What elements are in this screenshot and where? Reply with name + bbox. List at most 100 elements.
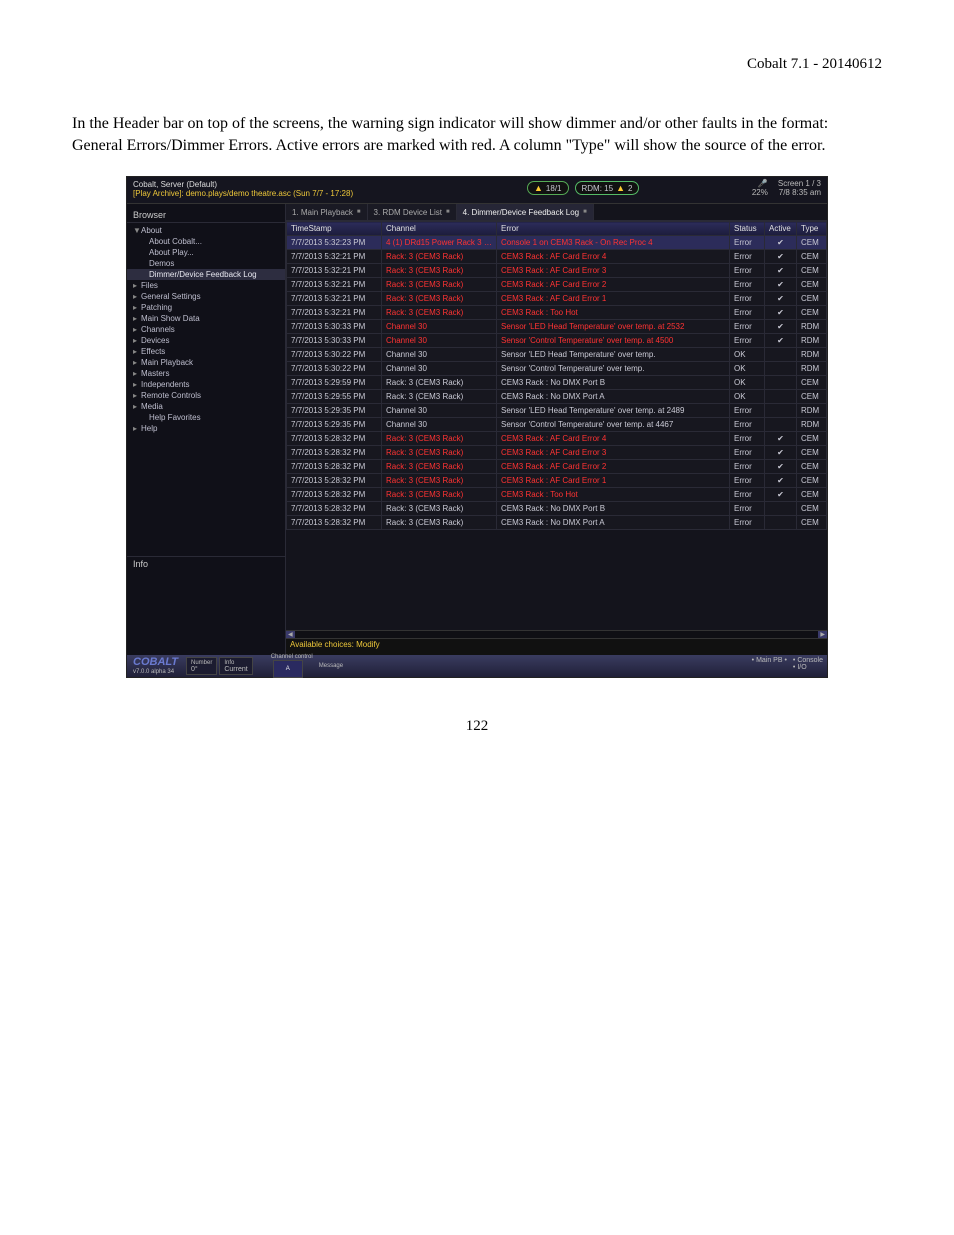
tab-bar: 1. Main Playback ■3. RDM Device List ■4.…	[286, 204, 827, 221]
channel-control-a[interactable]: A	[273, 660, 303, 678]
tree-item[interactable]: ▼ About	[127, 225, 285, 236]
table-cell: RDM	[797, 404, 827, 418]
table-cell: 7/7/2013 5:32:21 PM	[287, 250, 382, 264]
table-cell: 7/7/2013 5:30:22 PM	[287, 348, 382, 362]
rdm-label: RDM: 15	[582, 184, 614, 193]
tree-item[interactable]: ▸ General Settings	[127, 291, 285, 302]
table-cell: Rack: 3 (CEM3 Rack)	[382, 278, 497, 292]
tree-item[interactable]: ▸ Remote Controls	[127, 390, 285, 401]
tree-item[interactable]: ▸ Help	[127, 423, 285, 434]
column-header[interactable]: Type	[797, 222, 827, 236]
table-cell: Sensor 'LED Head Temperature' over temp.…	[497, 404, 730, 418]
table-cell: ✔	[765, 474, 797, 488]
table-cell: Error	[730, 292, 765, 306]
tab[interactable]: 1. Main Playback ■	[286, 204, 368, 220]
page-number: 122	[72, 718, 882, 735]
tab[interactable]: 4. Dimmer/Device Feedback Log ■	[457, 204, 594, 220]
table-cell: Sensor 'Control Temperature' over temp. …	[497, 418, 730, 432]
tree-item[interactable]: ▸ Main Show Data	[127, 313, 285, 324]
table-row[interactable]: 7/7/2013 5:29:35 PMChannel 30Sensor 'Con…	[287, 418, 827, 432]
table-cell: Rack: 3 (CEM3 Rack)	[382, 516, 497, 530]
table-cell: Sensor 'Control Temperature' over temp. …	[497, 334, 730, 348]
tree-item[interactable]: ▸ Main Playback	[127, 357, 285, 368]
tree-item[interactable]: ▸ Media	[127, 401, 285, 412]
tree-item[interactable]: ▸ Masters	[127, 368, 285, 379]
log-table: TimeStampChannelErrorStatusActiveType 7/…	[286, 221, 827, 530]
table-row[interactable]: 7/7/2013 5:28:32 PMRack: 3 (CEM3 Rack)CE…	[287, 474, 827, 488]
tree-item[interactable]: About Cobalt...	[127, 236, 285, 247]
table-row[interactable]: 7/7/2013 5:30:33 PMChannel 30Sensor 'Con…	[287, 334, 827, 348]
table-cell: 7/7/2013 5:28:32 PM	[287, 488, 382, 502]
console-indicator: • Console	[793, 657, 823, 664]
main-panel: 1. Main Playback ■3. RDM Device List ■4.…	[286, 204, 827, 655]
tree-item[interactable]: Dimmer/Device Feedback Log	[127, 269, 285, 280]
column-header[interactable]: Status	[730, 222, 765, 236]
table-row[interactable]: 7/7/2013 5:32:23 PM4 (1) DRd15 Power Rac…	[287, 236, 827, 250]
table-cell	[765, 362, 797, 376]
table-cell: Rack: 3 (CEM3 Rack)	[382, 446, 497, 460]
tab[interactable]: 3. RDM Device List ■	[368, 204, 457, 220]
table-row[interactable]: 7/7/2013 5:30:33 PMChannel 30Sensor 'LED…	[287, 320, 827, 334]
table-cell: RDM	[797, 334, 827, 348]
table-cell: CEM	[797, 264, 827, 278]
table-cell: ✔	[765, 264, 797, 278]
table-row[interactable]: 7/7/2013 5:30:22 PMChannel 30Sensor 'Con…	[287, 362, 827, 376]
tree-item[interactable]: ▸ Independents	[127, 379, 285, 390]
table-cell: Sensor 'LED Head Temperature' over temp.	[497, 348, 730, 362]
table-cell: CEM	[797, 460, 827, 474]
column-header[interactable]: Channel	[382, 222, 497, 236]
table-row[interactable]: 7/7/2013 5:28:32 PMRack: 3 (CEM3 Rack)CE…	[287, 432, 827, 446]
table-row[interactable]: 7/7/2013 5:28:32 PMRack: 3 (CEM3 Rack)CE…	[287, 446, 827, 460]
app-header: Cobalt, Server (Default) [Play Archive]:…	[127, 177, 827, 204]
table-row[interactable]: 7/7/2013 5:28:32 PMRack: 3 (CEM3 Rack)CE…	[287, 516, 827, 530]
table-cell: RDM	[797, 348, 827, 362]
table-cell: 7/7/2013 5:32:23 PM	[287, 236, 382, 250]
table-cell: CEM	[797, 306, 827, 320]
table-row[interactable]: 7/7/2013 5:30:22 PMChannel 30Sensor 'LED…	[287, 348, 827, 362]
table-cell: CEM3 Rack : Too Hot	[497, 306, 730, 320]
warning-indicator-rdm[interactable]: RDM: 15 ▲ 2	[575, 181, 640, 195]
tree-item[interactable]: ▸ Channels	[127, 324, 285, 335]
column-header[interactable]: Active	[765, 222, 797, 236]
table-cell: Error	[730, 432, 765, 446]
warning-indicator-general[interactable]: ▲ 18/1	[527, 181, 569, 195]
table-cell: CEM	[797, 474, 827, 488]
table-row[interactable]: 7/7/2013 5:32:21 PMRack: 3 (CEM3 Rack)CE…	[287, 292, 827, 306]
tree-item[interactable]: Help Favorites	[127, 412, 285, 423]
tree-item[interactable]: About Play...	[127, 247, 285, 258]
table-row[interactable]: 7/7/2013 5:32:21 PMRack: 3 (CEM3 Rack)CE…	[287, 278, 827, 292]
table-cell: 7/7/2013 5:30:33 PM	[287, 320, 382, 334]
table-cell: Rack: 3 (CEM3 Rack)	[382, 474, 497, 488]
table-cell: Rack: 3 (CEM3 Rack)	[382, 250, 497, 264]
table-cell: CEM3 Rack : AF Card Error 1	[497, 292, 730, 306]
tree-item[interactable]: Demos	[127, 258, 285, 269]
table-cell: CEM3 Rack : AF Card Error 3	[497, 446, 730, 460]
tree-item[interactable]: ▸ Patching	[127, 302, 285, 313]
table-row[interactable]: 7/7/2013 5:29:55 PMRack: 3 (CEM3 Rack)CE…	[287, 390, 827, 404]
table-cell: Console 1 on CEM3 Rack - On Rec Proc 4	[497, 236, 730, 250]
table-cell: Channel 30	[382, 320, 497, 334]
log-table-wrap: TimeStampChannelErrorStatusActiveType 7/…	[286, 221, 827, 655]
table-cell: 7/7/2013 5:32:21 PM	[287, 292, 382, 306]
table-cell: 7/7/2013 5:28:32 PM	[287, 432, 382, 446]
table-cell: CEM	[797, 376, 827, 390]
column-header[interactable]: TimeStamp	[287, 222, 382, 236]
tree-item[interactable]: ▸ Files	[127, 280, 285, 291]
table-row[interactable]: 7/7/2013 5:28:32 PMRack: 3 (CEM3 Rack)CE…	[287, 502, 827, 516]
table-row[interactable]: 7/7/2013 5:32:21 PMRack: 3 (CEM3 Rack)CE…	[287, 264, 827, 278]
table-header-row: TimeStampChannelErrorStatusActiveType	[287, 222, 827, 236]
table-row[interactable]: 7/7/2013 5:29:35 PMChannel 30Sensor 'LED…	[287, 404, 827, 418]
footer-number-box[interactable]: Number 0°	[186, 657, 217, 675]
table-row[interactable]: 7/7/2013 5:32:21 PMRack: 3 (CEM3 Rack)CE…	[287, 306, 827, 320]
table-row[interactable]: 7/7/2013 5:28:32 PMRack: 3 (CEM3 Rack)CE…	[287, 460, 827, 474]
table-row[interactable]: 7/7/2013 5:32:21 PMRack: 3 (CEM3 Rack)CE…	[287, 250, 827, 264]
footer-info-box[interactable]: Info Current	[219, 657, 252, 675]
table-row[interactable]: 7/7/2013 5:28:32 PMRack: 3 (CEM3 Rack)CE…	[287, 488, 827, 502]
tree-item[interactable]: ▸ Devices	[127, 335, 285, 346]
table-row[interactable]: 7/7/2013 5:29:59 PMRack: 3 (CEM3 Rack)CE…	[287, 376, 827, 390]
table-cell: ✔	[765, 488, 797, 502]
table-cell: 7/7/2013 5:29:35 PM	[287, 404, 382, 418]
column-header[interactable]: Error	[497, 222, 730, 236]
main-pb-indicator: • Main PB •	[752, 657, 787, 671]
tree-item[interactable]: ▸ Effects	[127, 346, 285, 357]
